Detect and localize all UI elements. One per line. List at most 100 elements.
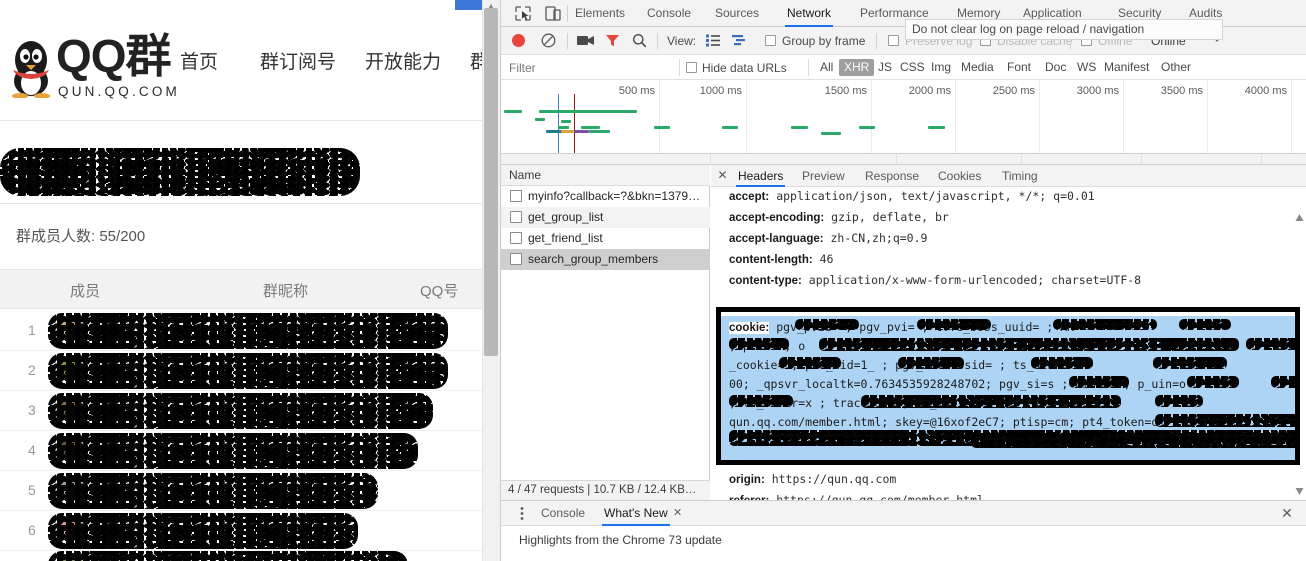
view-label: View: bbox=[667, 34, 697, 48]
filter-type-manifest[interactable]: Manifest bbox=[1099, 59, 1154, 76]
detail-scroll-down-arrow[interactable] bbox=[1295, 487, 1304, 496]
waterfall-bar bbox=[791, 126, 808, 129]
request-checkbox[interactable] bbox=[510, 211, 522, 223]
clear-icon[interactable] bbox=[541, 33, 556, 48]
request-row[interactable]: get_friend_list bbox=[501, 228, 710, 249]
drawer-more-options-icon[interactable] bbox=[515, 506, 529, 521]
request-checkbox[interactable] bbox=[510, 253, 522, 265]
detail-close-icon[interactable]: ✕ bbox=[715, 168, 730, 183]
request-header-key: accept: bbox=[729, 191, 770, 203]
redacted-cookie-value bbox=[1271, 376, 1295, 388]
timeline-tick bbox=[746, 80, 747, 153]
toolbar-divider-1 bbox=[567, 33, 568, 49]
row-number: 2 bbox=[28, 362, 36, 378]
waterfall-bar bbox=[654, 126, 670, 129]
timeline-tick-label: 1000 ms bbox=[699, 85, 742, 97]
filter-type-xhr[interactable]: XHR bbox=[839, 59, 875, 76]
request-row[interactable]: get_group_list bbox=[501, 207, 710, 228]
column-header-2: QQ号 bbox=[420, 283, 459, 300]
view-list-icon[interactable] bbox=[706, 34, 720, 47]
timeline-tick-label: 4500 ms bbox=[1283, 85, 1306, 97]
inspect-element-icon[interactable] bbox=[513, 4, 533, 23]
redacted-member-info bbox=[48, 313, 448, 349]
drawer-tab-close-icon[interactable]: ✕ bbox=[673, 506, 682, 519]
redacted-member-info bbox=[48, 513, 358, 549]
camera-icon[interactable] bbox=[577, 35, 594, 46]
request-list-header[interactable]: Name bbox=[501, 165, 710, 186]
qq-logo[interactable]: QQ群 QUN.QQ.COM bbox=[8, 28, 177, 114]
hide-data-urls-checkbox[interactable] bbox=[686, 62, 697, 73]
filterbar-divider-1 bbox=[679, 59, 680, 76]
drawer-close-icon[interactable]: ✕ bbox=[1279, 505, 1295, 521]
redacted-cookie-value bbox=[1031, 357, 1093, 369]
devtools-drawer: Console What's New ✕ ✕ Highlights from th… bbox=[501, 500, 1306, 561]
tab-elements[interactable]: Elements bbox=[573, 0, 627, 27]
cookie-key: cookie: bbox=[729, 322, 770, 334]
filter-icon[interactable] bbox=[605, 33, 620, 48]
detail-scroll-up-arrow[interactable] bbox=[1295, 213, 1304, 222]
filter-type-doc[interactable]: Doc bbox=[1040, 59, 1071, 76]
tab-sources[interactable]: Sources bbox=[713, 0, 761, 27]
column-header-1: 群昵称 bbox=[263, 283, 309, 300]
hide-data-urls-label[interactable]: Hide data URLs bbox=[702, 61, 787, 75]
redacted-group-title bbox=[0, 148, 360, 196]
filter-type-img[interactable]: Img bbox=[926, 59, 956, 76]
tab-console[interactable]: Console bbox=[645, 0, 693, 27]
request-header-line: accept-language: zh-CN,zh;q=0.9 bbox=[729, 231, 927, 247]
redacted-member-info bbox=[48, 551, 408, 561]
filter-input[interactable] bbox=[509, 58, 669, 77]
detail-tab-timing[interactable]: Timing bbox=[1000, 165, 1040, 187]
request-detail-pane: ✕ Headers Preview Response Cookies Timing ac… bbox=[711, 165, 1306, 500]
redacted-member-info bbox=[48, 433, 418, 469]
cookie-line: qun.qq.com/member.html; skey=@16xof2eC7;… bbox=[729, 415, 1159, 429]
filter-type-js[interactable]: JS bbox=[873, 59, 897, 76]
request-header-key: accept-language: bbox=[729, 233, 824, 245]
detail-tab-response[interactable]: Response bbox=[863, 165, 921, 187]
tabbar-divider bbox=[567, 5, 568, 22]
table-row: 7 bbox=[0, 548, 482, 561]
request-header-line: content-length: 46 bbox=[729, 252, 833, 268]
waterfall-bar bbox=[722, 126, 738, 129]
request-checkbox[interactable] bbox=[510, 232, 522, 244]
tab-network[interactable]: Network bbox=[785, 0, 834, 27]
request-header-key: origin: bbox=[729, 474, 765, 486]
filter-type-font[interactable]: Font bbox=[1002, 59, 1036, 76]
filter-type-media[interactable]: Media bbox=[956, 59, 999, 76]
nav-item-2[interactable]: 开放能力 bbox=[365, 48, 441, 78]
filter-type-css[interactable]: CSS bbox=[895, 59, 930, 76]
filter-type-other[interactable]: Other bbox=[1156, 59, 1196, 76]
drawer-tab-console[interactable]: Console bbox=[539, 501, 587, 526]
site-header: QQ群 QUN.QQ.COM 首页群订阅号开放能力群管 bbox=[0, 10, 500, 120]
site-nav: 首页群订阅号开放能力群管 bbox=[180, 48, 500, 88]
timeline-event-line bbox=[558, 94, 559, 153]
waterfall-bar bbox=[561, 130, 574, 133]
request-header-line: origin: https://qun.qq.com bbox=[729, 472, 896, 488]
table-row: 3 bbox=[0, 390, 482, 431]
view-waterfall-icon[interactable] bbox=[732, 34, 747, 47]
drawer-tab-what-s-new[interactable]: What's New bbox=[602, 501, 670, 526]
request-header-value: 46 bbox=[812, 252, 834, 266]
record-button[interactable] bbox=[512, 34, 525, 47]
toolbar-divider-2 bbox=[657, 33, 658, 49]
cookie-highlight-box: cookie: pgv_pvid= ; pgv_pvi= ; tvfe_boss… bbox=[716, 307, 1300, 465]
group-by-frame-label[interactable]: Group by frame bbox=[782, 34, 865, 48]
nav-item-1[interactable]: 群订阅号 bbox=[260, 48, 336, 78]
filter-type-all[interactable]: All bbox=[815, 59, 838, 76]
panel-splitter[interactable] bbox=[501, 154, 1306, 165]
page-scrollbar-thumb[interactable] bbox=[484, 8, 498, 356]
nav-item-0[interactable]: 首页 bbox=[180, 48, 218, 78]
detail-tab-headers[interactable]: Headers bbox=[736, 165, 786, 187]
device-toolbar-icon[interactable] bbox=[543, 4, 563, 23]
preserve-log-checkbox[interactable] bbox=[888, 35, 899, 46]
qq-penguin-icon bbox=[12, 41, 50, 98]
detail-tab-preview[interactable]: Preview bbox=[800, 165, 847, 187]
request-checkbox[interactable] bbox=[510, 190, 522, 202]
detail-tab-cookies[interactable]: Cookies bbox=[936, 165, 983, 187]
request-row[interactable]: myinfo?callback=?&bkn=1379… bbox=[501, 186, 710, 207]
group-by-frame-checkbox[interactable] bbox=[765, 35, 776, 46]
search-icon[interactable] bbox=[632, 33, 647, 48]
request-row[interactable]: search_group_members bbox=[501, 249, 710, 270]
filter-type-ws[interactable]: WS bbox=[1072, 59, 1101, 76]
redacted-cookie-value bbox=[1179, 319, 1231, 330]
network-overview-timeline[interactable]: 500 ms 1000 ms 1500 ms 2000 ms 2500 ms 3000 m… bbox=[501, 80, 1306, 154]
